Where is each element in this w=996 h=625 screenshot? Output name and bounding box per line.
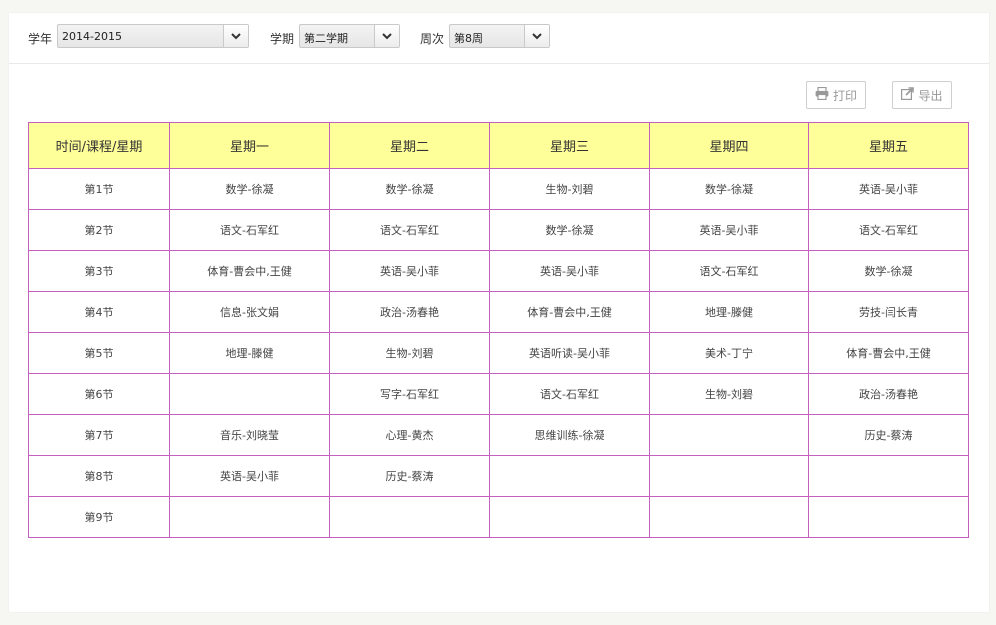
class-cell-thursday: 英语-吴小菲	[649, 209, 809, 251]
class-cell-monday: 英语-吴小菲	[169, 455, 330, 497]
class-cell-tuesday	[329, 496, 490, 538]
class-cell-friday: 数学-徐凝	[808, 250, 969, 292]
header-time-course-day: 时间/课程/星期	[28, 122, 170, 169]
class-cell-tuesday: 语文-石军红	[329, 209, 490, 251]
table-row: 第8节 英语-吴小菲 历史-蔡涛	[28, 455, 969, 497]
class-cell-wednesday: 思维训练-徐凝	[489, 414, 650, 456]
class-cell-friday	[808, 455, 969, 497]
export-button-label: 导出	[918, 88, 943, 103]
period-label: 第1节	[28, 168, 170, 210]
week-select-value: 第8周	[454, 32, 483, 45]
period-label: 第4节	[28, 291, 170, 333]
timetable-header-row: 时间/课程/星期 星期一 星期二 星期三 星期四 星期五	[28, 122, 969, 169]
header-monday: 星期一	[169, 122, 330, 169]
table-row: 第1节 数学-徐凝 数学-徐凝 生物-刘碧 数学-徐凝 英语-吴小菲	[28, 168, 969, 210]
class-cell-monday: 体育-曹会中,王健	[169, 250, 330, 292]
year-label: 学年	[28, 32, 53, 46]
main-panel: 学年 2014-2015 学期 第二学期 周次 第8周 打印 导出 时间/课程/…	[9, 13, 989, 612]
class-cell-wednesday: 英语听读-吴小菲	[489, 332, 650, 374]
class-cell-friday: 体育-曹会中,王健	[808, 332, 969, 374]
class-cell-thursday	[649, 414, 809, 456]
class-cell-wednesday	[489, 455, 650, 497]
class-cell-tuesday: 历史-蔡涛	[329, 455, 490, 497]
export-button[interactable]: 导出	[892, 81, 952, 109]
class-cell-monday	[169, 373, 330, 415]
table-row: 第4节 信息-张文娟 政治-汤春艳 体育-曹会中,王健 地理-滕健 劳技-闫长青	[28, 291, 969, 333]
class-cell-wednesday: 语文-石军红	[489, 373, 650, 415]
class-cell-tuesday: 生物-刘碧	[329, 332, 490, 374]
table-row: 第5节 地理-滕健 生物-刘碧 英语听读-吴小菲 美术-丁宁 体育-曹会中,王健	[28, 332, 969, 374]
class-cell-tuesday: 心理-黄杰	[329, 414, 490, 456]
class-cell-tuesday: 写字-石军红	[329, 373, 490, 415]
period-label: 第5节	[28, 332, 170, 374]
class-cell-friday: 英语-吴小菲	[808, 168, 969, 210]
period-label: 第6节	[28, 373, 170, 415]
class-cell-monday	[169, 496, 330, 538]
table-row: 第3节 体育-曹会中,王健 英语-吴小菲 英语-吴小菲 语文-石军红 数学-徐凝	[28, 250, 969, 292]
term-select-value: 第二学期	[304, 32, 348, 45]
class-cell-monday: 信息-张文娟	[169, 291, 330, 333]
chevron-down-icon[interactable]	[524, 25, 549, 47]
period-label: 第7节	[28, 414, 170, 456]
class-cell-wednesday: 数学-徐凝	[489, 209, 650, 251]
class-cell-monday: 语文-石军红	[169, 209, 330, 251]
term-select[interactable]: 第二学期	[299, 24, 400, 48]
table-row: 第6节 写字-石军红 语文-石军红 生物-刘碧 政治-汤春艳	[28, 373, 969, 415]
period-label: 第8节	[28, 455, 170, 497]
table-row: 第9节	[28, 496, 969, 538]
class-cell-tuesday: 英语-吴小菲	[329, 250, 490, 292]
table-row: 第2节 语文-石军红 语文-石军红 数学-徐凝 英语-吴小菲 语文-石军红	[28, 209, 969, 251]
class-cell-wednesday: 生物-刘碧	[489, 168, 650, 210]
class-cell-friday	[808, 496, 969, 538]
class-cell-monday: 地理-滕健	[169, 332, 330, 374]
class-cell-friday: 历史-蔡涛	[808, 414, 969, 456]
class-cell-thursday	[649, 496, 809, 538]
class-cell-tuesday: 数学-徐凝	[329, 168, 490, 210]
class-cell-wednesday	[489, 496, 650, 538]
header-friday: 星期五	[808, 122, 969, 169]
class-cell-thursday: 美术-丁宁	[649, 332, 809, 374]
year-select-value: 2014-2015	[62, 30, 122, 43]
class-cell-tuesday: 政治-汤春艳	[329, 291, 490, 333]
week-select[interactable]: 第8周	[449, 24, 550, 48]
table-row: 第7节 音乐-刘晓莹 心理-黄杰 思维训练-徐凝 历史-蔡涛	[28, 414, 969, 456]
period-label: 第3节	[28, 250, 170, 292]
printer-icon	[815, 86, 829, 103]
class-cell-monday: 音乐-刘晓莹	[169, 414, 330, 456]
class-cell-friday: 政治-汤春艳	[808, 373, 969, 415]
class-cell-wednesday: 体育-曹会中,王健	[489, 291, 650, 333]
class-cell-friday: 语文-石军红	[808, 209, 969, 251]
header-thursday: 星期四	[649, 122, 809, 169]
export-icon	[901, 87, 915, 103]
term-label: 学期	[270, 32, 295, 46]
period-label: 第9节	[28, 496, 170, 538]
class-cell-thursday: 地理-滕健	[649, 291, 809, 333]
class-cell-thursday: 生物-刘碧	[649, 373, 809, 415]
week-label: 周次	[420, 32, 445, 46]
chevron-down-icon[interactable]	[223, 25, 248, 47]
filter-bar: 学年 2014-2015 学期 第二学期 周次 第8周	[9, 13, 989, 64]
class-cell-thursday: 语文-石军红	[649, 250, 809, 292]
chevron-down-icon[interactable]	[374, 25, 399, 47]
class-cell-wednesday: 英语-吴小菲	[489, 250, 650, 292]
period-label: 第2节	[28, 209, 170, 251]
print-button-label: 打印	[832, 88, 857, 103]
year-select[interactable]: 2014-2015	[57, 24, 249, 48]
class-cell-thursday: 数学-徐凝	[649, 168, 809, 210]
timetable: 时间/课程/星期 星期一 星期二 星期三 星期四 星期五 第1节 数学-徐凝 数学-…	[28, 122, 969, 538]
header-wednesday: 星期三	[489, 122, 650, 169]
class-cell-thursday	[649, 455, 809, 497]
print-button[interactable]: 打印	[806, 81, 866, 109]
class-cell-friday: 劳技-闫长青	[808, 291, 969, 333]
class-cell-monday: 数学-徐凝	[169, 168, 330, 210]
header-tuesday: 星期二	[329, 122, 490, 169]
